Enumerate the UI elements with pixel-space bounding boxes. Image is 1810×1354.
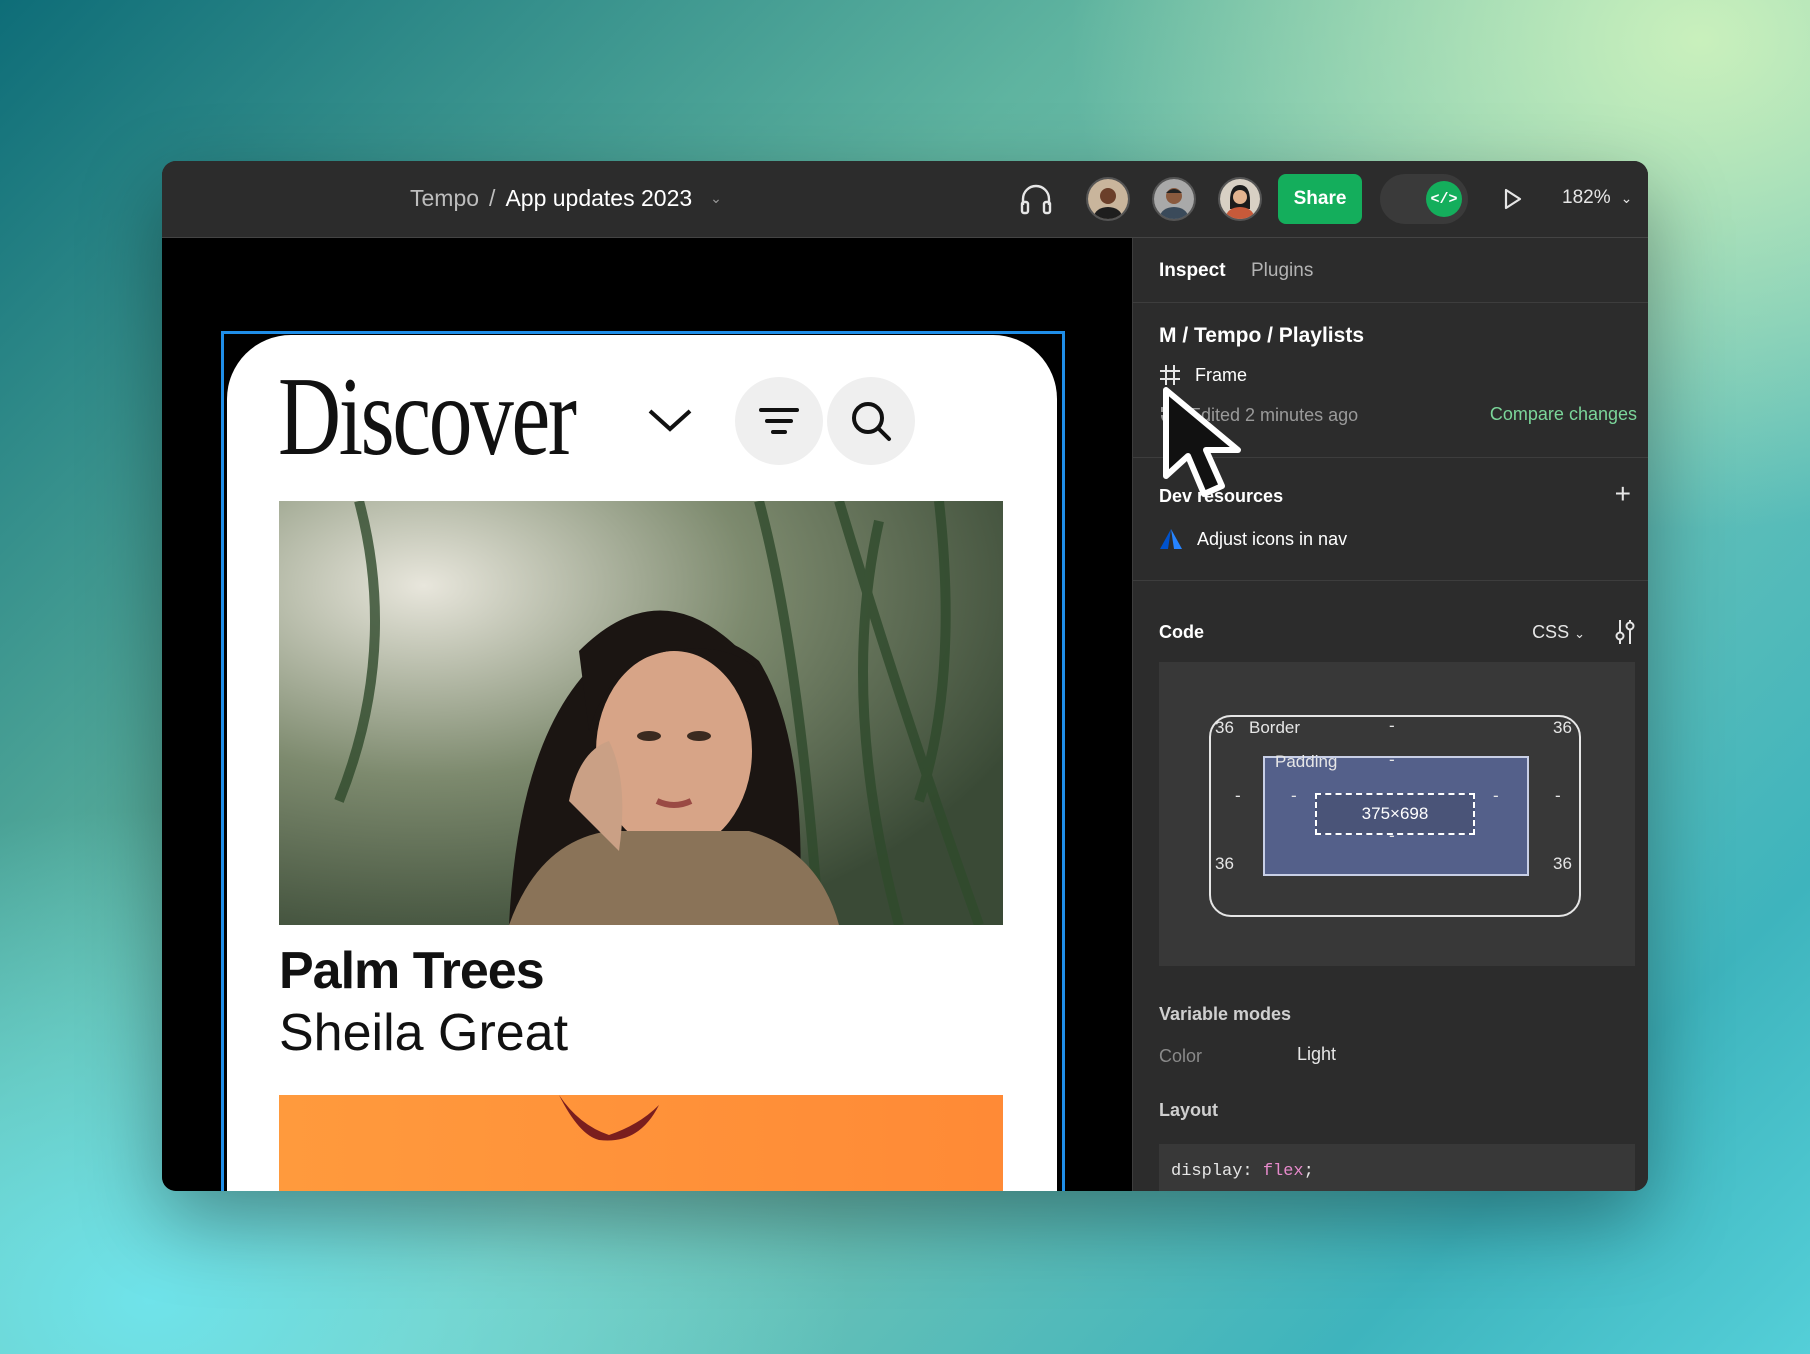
code-semicolon: ; — [1303, 1162, 1314, 1181]
next-playlist-cover[interactable] — [279, 1095, 1003, 1191]
jira-icon — [1160, 529, 1182, 549]
layer-type-row: Frame — [1159, 364, 1247, 386]
radius-bottom-left: 36 — [1215, 854, 1234, 873]
discover-heading: Discover — [278, 355, 577, 479]
track-artist: Sheila Great — [279, 1004, 569, 1062]
compare-changes-link[interactable]: Compare changes — [1490, 404, 1637, 425]
code-value: flex — [1262, 1162, 1304, 1181]
inspect-panel: Inspect Plugins M / Tempo / Playlists Fr… — [1132, 238, 1648, 1191]
radius-bottom-right: 36 — [1553, 854, 1572, 873]
playlist-cover-image[interactable] — [279, 501, 1003, 925]
padding-right-value: - — [1493, 786, 1499, 805]
border-right-value: - — [1555, 786, 1561, 805]
code-property: display: — [1171, 1162, 1263, 1181]
filter-icon — [759, 408, 799, 434]
css-code-block[interactable]: display: flex; — [1159, 1144, 1635, 1191]
share-button[interactable]: Share — [1278, 174, 1362, 224]
content-dimensions: 375×698 — [1315, 793, 1475, 835]
file-name[interactable]: App updates 2023 — [505, 185, 692, 212]
variable-mode-key: Color — [1159, 1046, 1203, 1066]
code-icon: </> — [1426, 181, 1462, 217]
frame-icon — [1160, 365, 1180, 385]
zoom-level: 182% — [1562, 187, 1611, 208]
variable-modes-title: Variable modes — [1159, 1004, 1292, 1024]
padding-label: Padding — [1275, 752, 1338, 771]
dev-resource-label: Adjust icons in nav — [1197, 528, 1348, 549]
app-window: Tempo / App updates 2023 ⌄ Share </> 182… — [162, 161, 1648, 1191]
breadcrumb[interactable]: Tempo / App updates 2023 ⌄ — [410, 185, 722, 212]
box-model: 36 Border - 36 - - 36 - 36 Padding - - -… — [1159, 662, 1635, 966]
border-top-value: - — [1389, 716, 1395, 735]
language-value: CSS — [1532, 622, 1570, 642]
chevron-down-icon[interactable]: ⌄ — [710, 190, 722, 207]
chevron-down-icon[interactable] — [645, 405, 695, 435]
chevron-down-icon: ⌄ — [1574, 626, 1585, 641]
tab-plugins[interactable]: Plugins — [1251, 260, 1313, 282]
code-line: display: flex; — [1171, 1162, 1314, 1181]
track-title: Palm Trees — [279, 942, 545, 1000]
language-select[interactable]: CSS ⌄ — [1532, 622, 1585, 643]
avatar[interactable] — [1152, 177, 1196, 221]
selection-path: M / Tempo / Playlists — [1159, 324, 1364, 347]
code-title: Code — [1159, 622, 1204, 642]
settings-sliders-icon[interactable] — [1613, 618, 1637, 646]
dev-resource-link[interactable]: Adjust icons in nav — [1159, 528, 1347, 550]
project-name[interactable]: Tempo — [410, 185, 479, 212]
padding-left-value: - — [1291, 786, 1297, 805]
radius-top-left: 36 — [1215, 718, 1234, 737]
variable-mode-value[interactable]: Light — [1297, 1044, 1336, 1065]
divider — [1133, 580, 1648, 581]
filter-button[interactable] — [735, 377, 823, 465]
search-icon — [852, 402, 891, 441]
layout-title: Layout — [1159, 1100, 1219, 1120]
play-icon[interactable] — [1498, 185, 1526, 213]
layer-type: Frame — [1195, 364, 1248, 385]
add-icon[interactable]: + — [1615, 480, 1631, 508]
search-button[interactable] — [827, 377, 915, 465]
mouse-cursor-icon — [1163, 387, 1241, 497]
radius-top-right: 36 — [1553, 718, 1572, 737]
border-label: Border — [1249, 718, 1301, 737]
zoom-dropdown[interactable]: 182% ⌄ — [1562, 187, 1632, 209]
mobile-frame[interactable]: Discover Palm Trees Sheila Great — [227, 335, 1057, 1191]
avatar[interactable] — [1218, 177, 1262, 221]
panel-tabs: Inspect Plugins — [1133, 238, 1648, 303]
breadcrumb-separator: / — [489, 185, 496, 211]
top-bar: Tempo / App updates 2023 ⌄ Share </> 182… — [162, 161, 1648, 238]
headphones-icon[interactable] — [1018, 181, 1054, 217]
avatar[interactable] — [1086, 177, 1130, 221]
border-left-value: - — [1235, 786, 1241, 805]
tab-inspect[interactable]: Inspect — [1159, 260, 1226, 282]
padding-top-value: - — [1389, 750, 1395, 769]
design-canvas[interactable]: Discover Palm Trees Sheila Great — [162, 238, 1132, 1191]
dev-mode-toggle[interactable]: </> — [1380, 174, 1468, 224]
chevron-down-icon: ⌄ — [1620, 189, 1633, 206]
